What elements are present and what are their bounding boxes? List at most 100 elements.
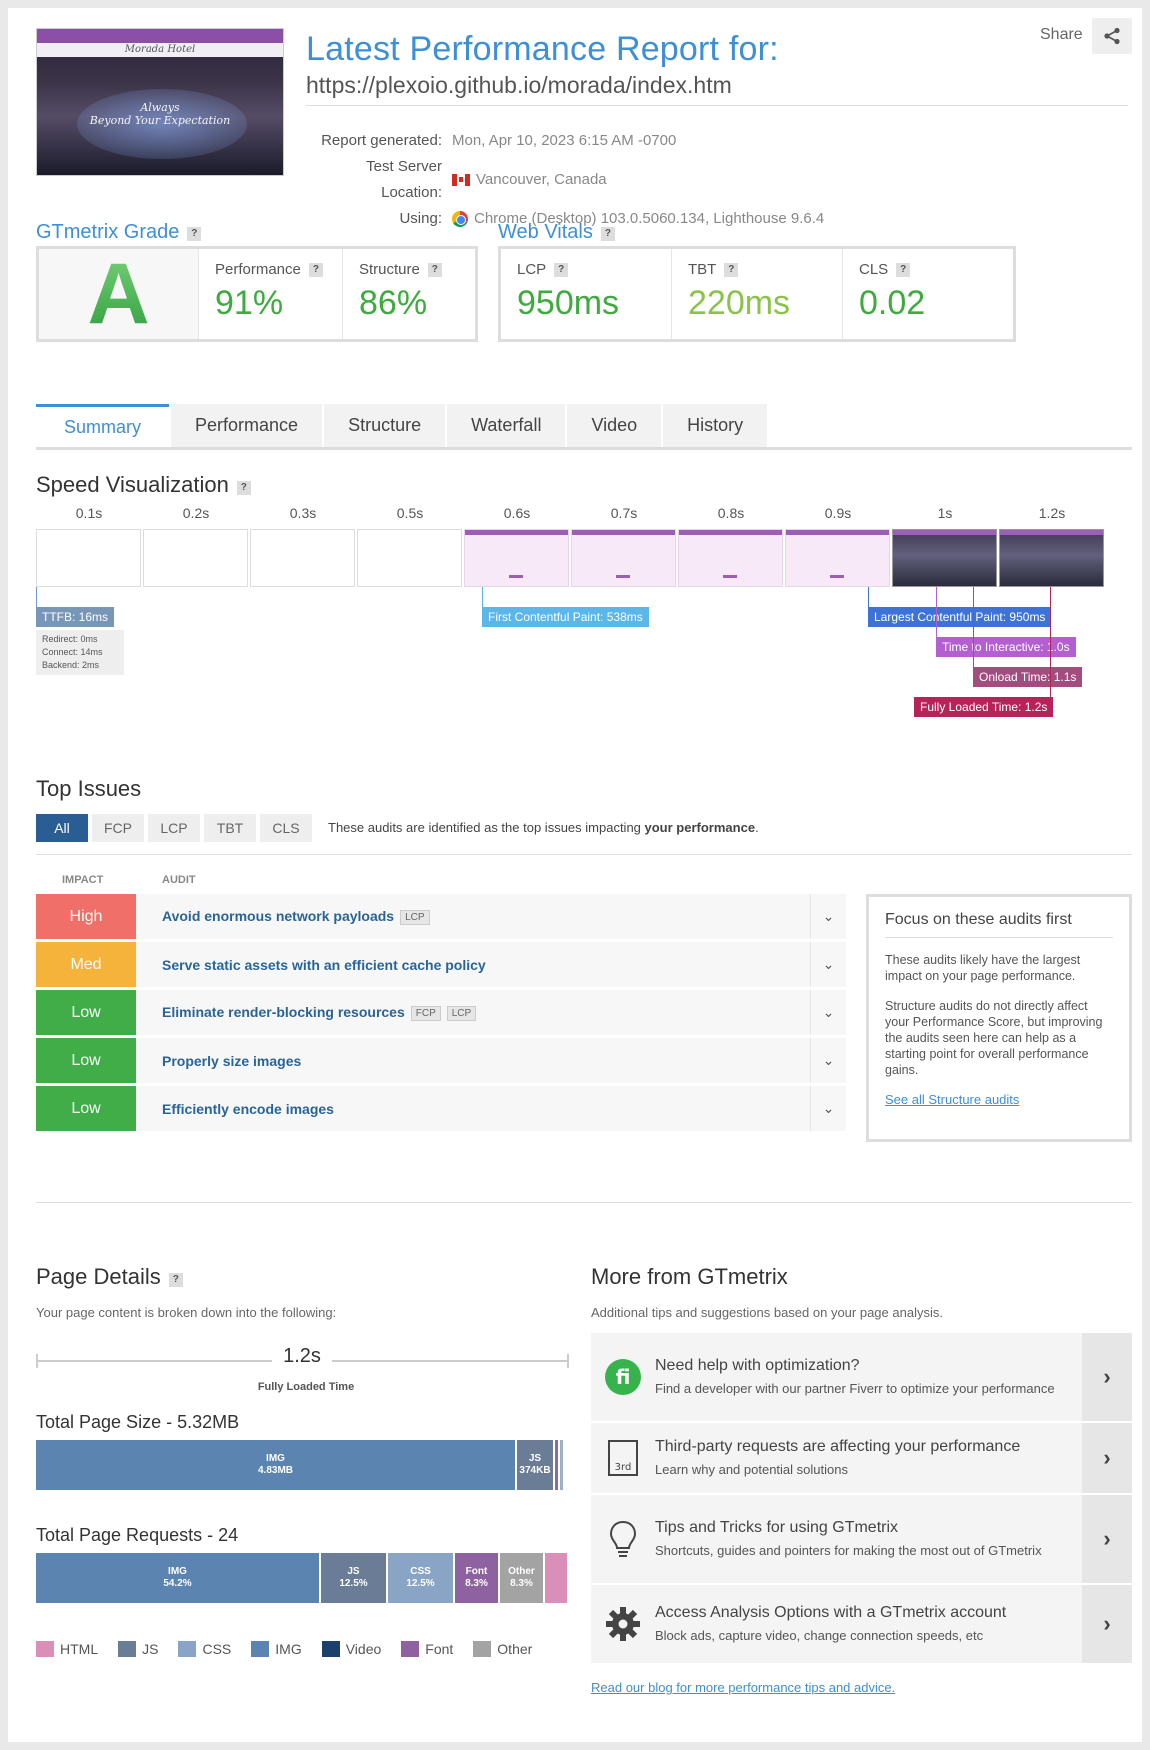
chevron-down-icon[interactable]: ⌄ [810,1086,846,1131]
speed-frame[interactable] [785,529,890,587]
segment-type: JS [528,1453,542,1464]
fully-loaded-timeline: 1.2s [36,1345,569,1371]
legend-swatch [401,1641,420,1657]
legend-label: JS [142,1641,159,1657]
chevron-down-icon[interactable]: ⌄ [810,894,846,939]
tab-summary[interactable]: Summary [36,404,170,447]
help-icon[interactable]: ? [896,263,911,277]
performance-cell: Performance? 91% [199,249,343,339]
help-icon[interactable]: ? [724,263,739,277]
speed-frame[interactable] [143,529,248,587]
thumbnail-tagline: Always Beyond Your Expectation [37,101,283,127]
speed-frame[interactable] [892,529,997,587]
frame-loading-dash [616,575,630,578]
page-size-title: Total Page Size - 5.32MB [36,1412,240,1432]
issues-note-suffix: . [755,820,759,835]
speed-frame[interactable] [999,529,1104,587]
fcp-marker: First Contentful Paint: 538ms [482,607,649,627]
stack-segment[interactable]: Other 8.3% [500,1553,543,1603]
structure-audits-link[interactable]: See all Structure audits [885,1092,1113,1107]
tab-performance[interactable]: Performance [171,404,323,447]
tab-structure[interactable]: Structure [324,404,446,447]
stack-segment[interactable]: IMG 54.2% [36,1553,319,1603]
issue-row[interactable]: Low Properly size images ⌄ [36,1038,846,1083]
stack-segment[interactable]: Font 8.3% [455,1553,498,1603]
stack-segment[interactable] [560,1440,563,1490]
stack-segment[interactable]: JS 374KB [517,1440,553,1490]
meta-row-generated: Report generated: Mon, Apr 10, 2023 6:15… [306,128,824,154]
speed-frame[interactable] [464,529,569,587]
performance-label: Performance? [215,261,326,278]
issue-row[interactable]: High Avoid enormous network payloads LCP … [36,894,846,939]
more-item-fiverr[interactable]: fi Need help with optimization? Find a d… [591,1333,1132,1421]
fully-loaded-label: Fully Loaded Time [257,1381,355,1393]
chevron-down-icon[interactable]: ⌄ [810,990,846,1035]
thumbnail-tagline-1: Always [140,101,180,114]
page-details-title: Page Details? [36,1264,183,1290]
filter-fcp[interactable]: FCP [92,814,144,842]
divider [306,105,1128,106]
segment-value: 8.3% [510,1578,533,1589]
chevron-right-icon[interactable]: › [1082,1585,1132,1663]
speed-frame[interactable] [36,529,141,587]
help-icon[interactable]: ? [554,263,569,277]
filter-cls[interactable]: CLS [260,814,312,842]
issue-title: Avoid enormous network payloads LCP [162,908,810,925]
page-screenshot-thumbnail[interactable]: Morada Hotel Always Beyond Your Expectat… [36,28,284,176]
speed-frame[interactable] [571,529,676,587]
more-item-title: Need help with optimization? [655,1357,860,1374]
more-item-analysis-options[interactable]: Access Analysis Options with a GTmetrix … [591,1585,1132,1663]
tbt-cell: TBT? 220ms [672,249,843,339]
stack-segment[interactable] [545,1553,567,1603]
divider [36,854,1132,855]
stack-segment[interactable]: CSS 12.5% [388,1553,453,1603]
legend-swatch [36,1641,54,1657]
issue-row[interactable]: Med Serve static assets with an efficien… [36,942,846,987]
more-item-third-party[interactable]: 3rd Third-party requests are affecting y… [591,1423,1132,1493]
tbt-label: TBT? [688,261,826,278]
legend-item: Other [473,1641,532,1657]
blog-link[interactable]: Read our blog for more performance tips … [591,1680,895,1695]
help-icon[interactable]: ? [427,263,442,277]
help-icon[interactable]: ? [600,227,615,241]
help-icon[interactable]: ? [236,481,251,495]
help-icon[interactable]: ? [168,1273,183,1287]
frame-nav-bar [679,530,782,535]
segment-value: 374KB [519,1465,551,1476]
help-icon[interactable]: ? [187,227,202,241]
issue-title-text: Eliminate render-blocking resources [162,1004,405,1020]
legend-item: Video [321,1641,381,1657]
issues-title: Top Issues [36,776,142,801]
chevron-right-icon[interactable]: › [1082,1495,1132,1583]
speed-frame[interactable] [357,529,462,587]
tab-waterfall[interactable]: Waterfall [447,404,566,447]
chevron-right-icon[interactable]: › [1082,1333,1132,1421]
filter-tbt[interactable]: TBT [204,814,256,842]
stack-segment[interactable] [555,1440,558,1490]
timeline-end-cap [567,1354,569,1368]
frame-nav-bar [893,530,996,535]
stack-segment[interactable]: IMG 4.83MB [36,1440,515,1490]
report-url[interactable]: https://plexoio.github.io/morada/index.h… [306,72,732,99]
segment-type: JS [347,1566,360,1577]
report-tabs: Summary Performance Structure Waterfall … [36,404,1132,450]
chevron-down-icon[interactable]: ⌄ [810,942,846,987]
metric-badge: LCP [400,910,430,925]
chevron-down-icon[interactable]: ⌄ [810,1038,846,1083]
issue-row[interactable]: Low Efficiently encode images ⌄ [36,1086,846,1131]
tab-video[interactable]: Video [567,404,662,447]
speed-tick: 0.5s [396,505,424,521]
share-button[interactable] [1092,18,1132,54]
speed-tick: 1s [937,505,953,521]
tab-history[interactable]: History [663,404,768,447]
chevron-right-icon[interactable]: › [1082,1423,1132,1493]
filter-all[interactable]: All [36,814,88,842]
filter-lcp[interactable]: LCP [148,814,200,842]
more-item-tips[interactable]: Tips and Tricks for using GTmetrix Short… [591,1495,1132,1583]
issue-row[interactable]: Low Eliminate render-blocking resources F… [36,990,846,1035]
stack-segment[interactable]: JS 12.5% [321,1553,386,1603]
help-icon[interactable]: ? [308,263,323,277]
speed-frame[interactable] [678,529,783,587]
speed-frame[interactable] [250,529,355,587]
issue-title: Properly size images [162,1052,302,1069]
